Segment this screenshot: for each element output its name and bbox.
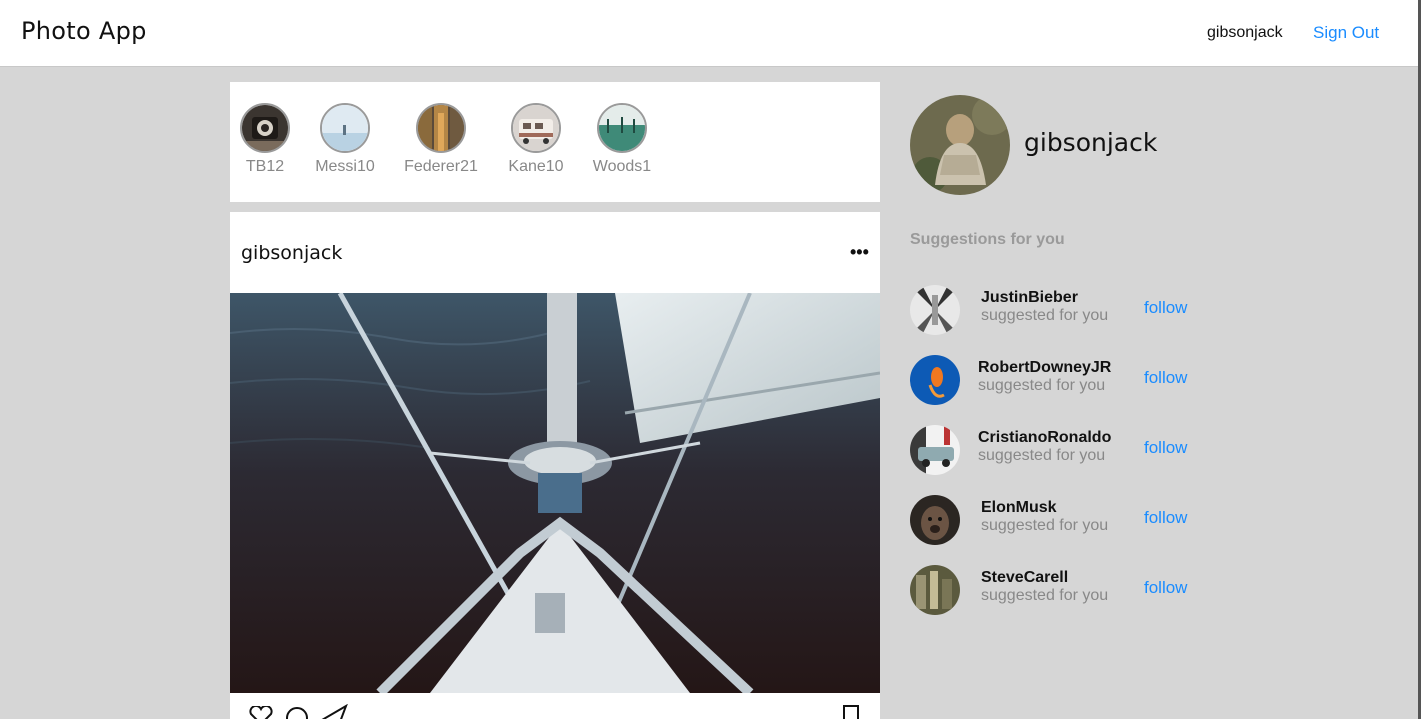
suggestion-item: SteveCarell suggested for you follow: [910, 565, 1210, 617]
story-item[interactable]: Federer21: [396, 103, 486, 176]
story-label: TB12: [245, 158, 285, 175]
suggestion-name[interactable]: SteveCarell: [981, 569, 1068, 587]
profile-avatar[interactable]: [910, 95, 1010, 195]
story-label: Woods1: [592, 158, 652, 175]
suggestion-subtitle: suggested for you: [978, 377, 1106, 394]
story-item[interactable]: Messi10: [300, 103, 390, 176]
story-avatar: [320, 103, 370, 153]
story-avatar: [240, 103, 290, 153]
story-avatar: [416, 103, 466, 153]
follow-button[interactable]: follow: [1144, 438, 1187, 458]
comment-icon[interactable]: [284, 706, 310, 719]
follow-button[interactable]: follow: [1144, 508, 1187, 528]
suggestion-name[interactable]: JustinBieber: [981, 289, 1078, 307]
suggestion-item: ElonMusk suggested for you follow: [910, 495, 1210, 547]
story-avatar: [511, 103, 561, 153]
suggestion-avatar[interactable]: [910, 565, 960, 615]
follow-button[interactable]: follow: [1144, 368, 1187, 388]
story-avatar: [597, 103, 647, 153]
stories-bar: TB12 Messi10 Federer21 Kane10 Woods1: [230, 82, 880, 202]
suggestion-avatar[interactable]: [910, 355, 960, 405]
post-card: gibsonjack •••: [230, 212, 880, 719]
follow-button[interactable]: follow: [1144, 298, 1187, 318]
suggestion-avatar[interactable]: [910, 425, 960, 475]
suggestions-heading: Suggestions for you: [910, 231, 1065, 248]
story-item[interactable]: Kane10: [491, 103, 581, 176]
suggestion-avatar[interactable]: [910, 495, 960, 545]
suggestion-item: JustinBieber suggested for you follow: [910, 285, 1210, 337]
suggestion-name[interactable]: ElonMusk: [981, 499, 1057, 517]
story-item[interactable]: TB12: [220, 103, 310, 176]
post-image: [230, 293, 880, 693]
story-label: Kane10: [508, 158, 564, 175]
post-action-bar: [230, 702, 880, 719]
like-heart-icon[interactable]: [248, 706, 274, 719]
profile-username[interactable]: gibsonjack: [1024, 128, 1157, 157]
follow-button[interactable]: follow: [1144, 578, 1187, 598]
story-label: Federer21: [404, 158, 478, 175]
suggestion-item: RobertDowneyJR suggested for you follow: [910, 355, 1210, 407]
app-brand[interactable]: Photo App: [21, 17, 147, 45]
suggestion-subtitle: suggested for you: [981, 587, 1109, 604]
suggestion-name[interactable]: CristianoRonaldo: [978, 429, 1111, 447]
story-label: Messi10: [315, 158, 375, 175]
suggestion-subtitle: suggested for you: [981, 307, 1109, 324]
nav-username[interactable]: gibsonjack: [1207, 24, 1283, 42]
more-options-icon[interactable]: •••: [850, 242, 869, 263]
suggestion-name[interactable]: RobertDowneyJR: [978, 359, 1111, 377]
bookmark-icon[interactable]: [842, 704, 862, 719]
post-username[interactable]: gibsonjack: [241, 242, 342, 264]
suggestion-subtitle: suggested for you: [978, 447, 1106, 464]
share-icon[interactable]: [320, 704, 348, 719]
top-navbar: Photo App gibsonjack Sign Out: [0, 0, 1418, 67]
suggestion-subtitle: suggested for you: [981, 517, 1109, 534]
sign-out-link[interactable]: Sign Out: [1313, 23, 1379, 43]
suggestion-avatar[interactable]: [910, 285, 960, 335]
suggestion-item: CristianoRonaldo suggested for you follo…: [910, 425, 1210, 477]
story-item[interactable]: Woods1: [577, 103, 667, 176]
